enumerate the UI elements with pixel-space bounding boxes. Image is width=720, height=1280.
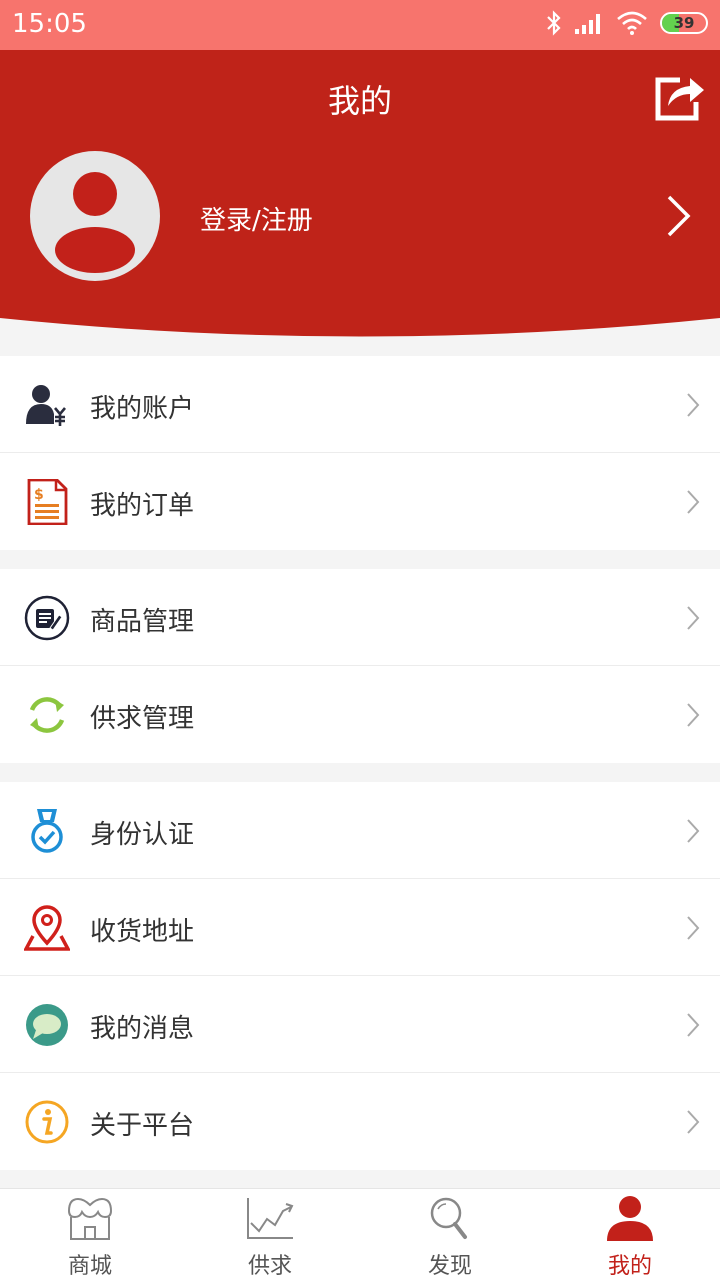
account-yuan-icon	[26, 385, 66, 426]
menu-group-account: 我的账户 $ 我的订单	[0, 356, 720, 550]
menu-group-management: 商品管理 供求管理	[0, 569, 720, 763]
avatar-icon	[55, 172, 135, 273]
menu-item-about[interactable]: 关于平台	[0, 1073, 720, 1170]
page-title: 我的	[327, 82, 392, 120]
chevron-right-icon	[687, 393, 700, 417]
tab-label: 我的	[607, 1254, 652, 1279]
avatar[interactable]	[30, 151, 160, 281]
menu-label: 商品管理	[90, 607, 195, 637]
menu-label: 供求管理	[90, 704, 195, 734]
goods-edit-icon	[24, 595, 70, 641]
menu-item-orders[interactable]: $ 我的订单	[0, 453, 720, 550]
trend-chart-icon	[247, 1198, 294, 1239]
chevron-right-icon	[687, 819, 700, 843]
tab-discover[interactable]: 发现	[360, 1189, 540, 1280]
share-button[interactable]	[650, 68, 710, 124]
menu-label: 我的账户	[90, 394, 195, 424]
bottom-tab-bar: 商城 供求 发现 我的	[0, 1188, 720, 1280]
menu-label: 我的消息	[90, 1014, 195, 1044]
battery-text: 39	[673, 14, 695, 32]
menu-group-more: 身份认证 收货地址 我的消息 关于平台	[0, 782, 720, 1170]
svg-text:$: $	[34, 487, 44, 503]
message-bubble-icon	[26, 1004, 68, 1046]
chevron-right-icon	[687, 1110, 700, 1134]
profile-header: 我的 登录/注册	[0, 50, 720, 340]
menu-item-goods[interactable]: 商品管理	[0, 569, 720, 666]
order-invoice-icon: $	[27, 479, 68, 525]
menu-item-account[interactable]: 我的账户	[0, 356, 720, 453]
chevron-right-icon[interactable]	[666, 194, 692, 238]
signal-icon	[575, 14, 600, 34]
location-pin-icon	[24, 905, 70, 951]
share-icon	[655, 77, 704, 121]
login-register-link[interactable]: 登录/注册	[200, 200, 313, 237]
chevron-right-icon	[687, 606, 700, 630]
menu-label: 收货地址	[90, 917, 195, 947]
menu-label: 身份认证	[90, 820, 195, 850]
supply-cycle-icon	[29, 697, 65, 733]
medal-check-icon	[31, 809, 63, 853]
chevron-right-icon	[687, 703, 700, 727]
tab-label: 发现	[427, 1254, 472, 1279]
bluetooth-icon	[547, 10, 561, 36]
tab-store[interactable]: 商城	[0, 1189, 180, 1280]
menu-label: 关于平台	[90, 1111, 195, 1141]
info-icon	[25, 1100, 69, 1144]
store-icon	[67, 1197, 113, 1240]
magnifier-icon	[430, 1197, 467, 1239]
status-icons: 39	[546, 10, 708, 36]
user-icon	[607, 1196, 653, 1241]
menu-item-supply[interactable]: 供求管理	[0, 666, 720, 763]
menu-item-messages[interactable]: 我的消息	[0, 976, 720, 1073]
status-bar: 15:05 39	[0, 0, 720, 50]
chevron-right-icon	[687, 490, 700, 514]
tab-mine[interactable]: 我的	[540, 1189, 720, 1280]
tab-supply[interactable]: 供求	[180, 1189, 360, 1280]
menu-item-verification[interactable]: 身份认证	[0, 782, 720, 879]
chevron-right-icon	[687, 1013, 700, 1037]
tab-label: 供求	[247, 1254, 292, 1279]
menu-item-address[interactable]: 收货地址	[0, 879, 720, 976]
tab-label: 商城	[67, 1254, 112, 1279]
wifi-icon	[617, 11, 647, 35]
menu-label: 我的订单	[90, 491, 195, 521]
chevron-right-icon	[687, 916, 700, 940]
battery-icon: 39	[660, 12, 708, 34]
status-time: 15:05	[12, 9, 87, 39]
